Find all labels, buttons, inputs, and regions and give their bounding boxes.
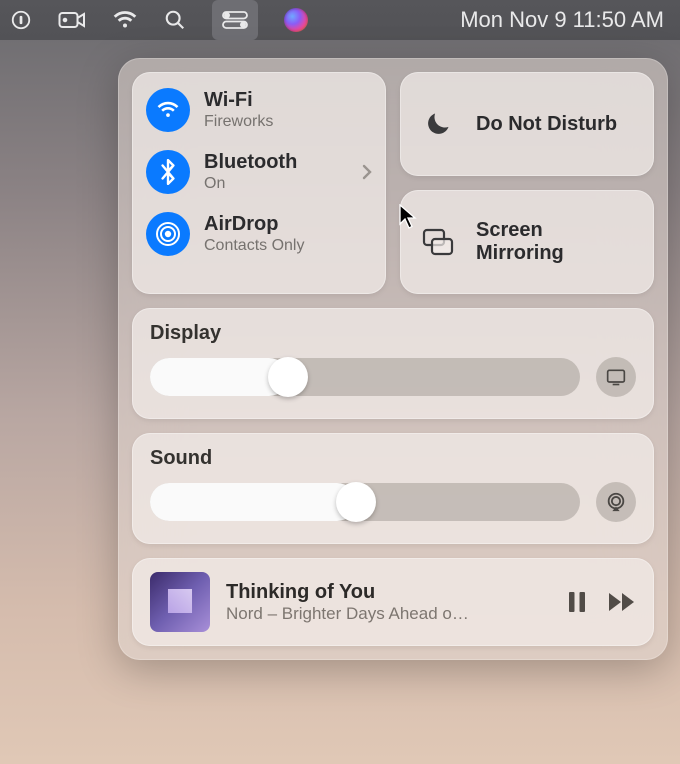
- spotlight-search-icon[interactable]: [164, 0, 186, 40]
- menubar: Mon Nov 9 11:50 AM: [0, 0, 680, 40]
- now-playing-subtitle: Nord – Brighter Days Ahead o…: [226, 604, 552, 624]
- connectivity-card: Wi-Fi Fireworks Bluetooth On: [132, 72, 386, 294]
- sound-card: Sound: [132, 433, 654, 544]
- cc-right-column: Do Not Disturb Screen Mirroring: [400, 72, 654, 294]
- bluetooth-title: Bluetooth: [204, 151, 297, 173]
- moon-icon: [418, 104, 458, 144]
- now-playing-card[interactable]: Thinking of You Nord – Brighter Days Ahe…: [132, 558, 654, 646]
- wifi-toggle[interactable]: Wi-Fi Fireworks: [146, 88, 372, 132]
- sound-volume-slider[interactable]: [150, 483, 580, 521]
- menubar-clock[interactable]: Mon Nov 9 11:50 AM: [460, 0, 670, 40]
- wifi-subtitle: Fireworks: [204, 113, 273, 131]
- display-heading: Display: [150, 322, 636, 345]
- airplay-audio-button[interactable]: [596, 482, 636, 522]
- now-playing-title: Thinking of You: [226, 581, 552, 604]
- wifi-icon: [146, 88, 190, 132]
- display-card: Display: [132, 308, 654, 419]
- screen-mirroring-icon: [418, 222, 458, 262]
- airdrop-icon: [146, 212, 190, 256]
- control-center-menubar-icon[interactable]: [212, 0, 258, 40]
- siri-menubar-icon[interactable]: [284, 0, 308, 40]
- chevron-right-icon[interactable]: [362, 164, 372, 180]
- do-not-disturb-tile[interactable]: Do Not Disturb: [400, 72, 654, 176]
- bluetooth-toggle[interactable]: Bluetooth On: [146, 150, 372, 194]
- bluetooth-icon: [146, 150, 190, 194]
- airdrop-title: AirDrop: [204, 213, 304, 235]
- sound-heading: Sound: [150, 447, 636, 470]
- next-track-button[interactable]: [608, 592, 636, 612]
- display-brightness-slider[interactable]: [150, 358, 580, 396]
- camera-menubar-icon[interactable]: [58, 0, 86, 40]
- display-slider-thumb[interactable]: [268, 357, 308, 397]
- airdrop-toggle[interactable]: AirDrop Contacts Only: [146, 212, 372, 256]
- display-settings-button[interactable]: [596, 357, 636, 397]
- screen-mirroring-tile[interactable]: Screen Mirroring: [400, 190, 654, 294]
- wifi-menubar-icon[interactable]: [112, 0, 138, 40]
- screen-mirroring-label: Screen Mirroring: [476, 219, 636, 265]
- bluetooth-subtitle: On: [204, 175, 297, 193]
- wifi-title: Wi-Fi: [204, 89, 273, 111]
- onepassword-menubar-icon[interactable]: [10, 0, 32, 40]
- dnd-label: Do Not Disturb: [476, 113, 617, 136]
- cc-top-row: Wi-Fi Fireworks Bluetooth On: [132, 72, 654, 294]
- sound-slider-thumb[interactable]: [336, 482, 376, 522]
- album-artwork: [150, 572, 210, 632]
- control-center-panel: Wi-Fi Fireworks Bluetooth On: [118, 58, 668, 660]
- pause-button[interactable]: [568, 591, 586, 613]
- airdrop-subtitle: Contacts Only: [204, 237, 304, 255]
